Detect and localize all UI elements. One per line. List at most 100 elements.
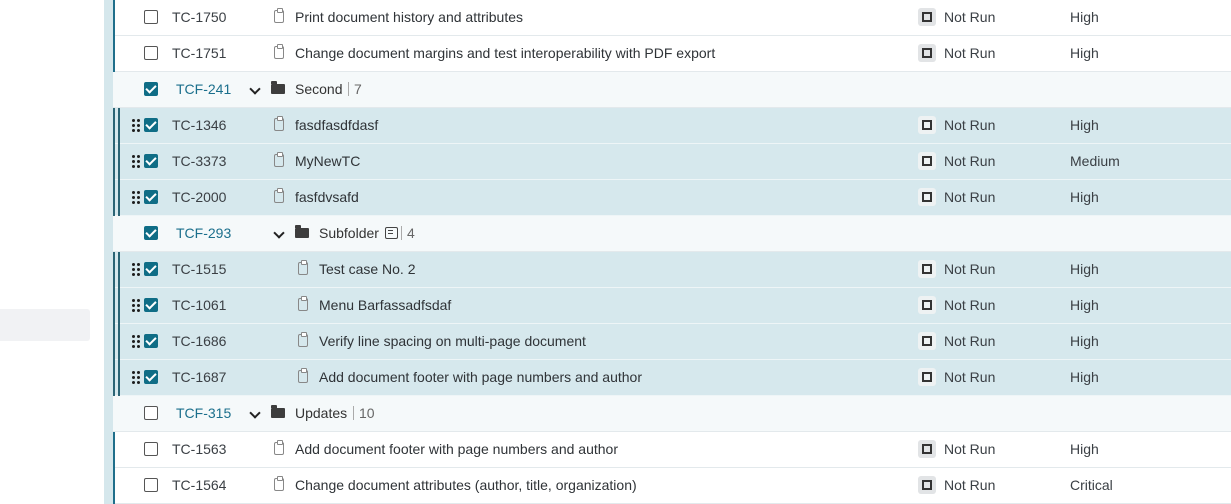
test-case-row[interactable]: TC-1687 Add document footer with page num… (113, 360, 1231, 396)
folder-row[interactable]: TCF-293 Subfolder 4 (113, 216, 1231, 252)
drag-handle-icon[interactable] (132, 155, 140, 169)
test-case-title[interactable]: Print document history and attributes (295, 9, 523, 25)
folder-id[interactable]: TCF-315 (176, 405, 231, 421)
test-case-row[interactable]: TC-2000 fasfdvsafd Not Run High (113, 180, 1231, 216)
not-run-status-icon[interactable] (918, 368, 936, 386)
row-left-border (113, 360, 115, 396)
row-checkbox[interactable] (144, 442, 158, 456)
test-case-id[interactable]: TC-1751 (172, 45, 226, 61)
clipboard-icon (274, 44, 284, 59)
test-case-row[interactable]: TC-1061 Menu Barfassadfsdaf Not Run High (113, 288, 1231, 324)
row-checkbox[interactable] (144, 298, 158, 312)
folder-name[interactable]: Second (295, 81, 342, 97)
row-left-border (113, 468, 115, 504)
description-icon[interactable] (385, 227, 398, 239)
not-run-status-icon[interactable] (918, 152, 936, 170)
test-case-title[interactable]: Change document margins and test interop… (295, 45, 715, 61)
status-label: Not Run (944, 333, 996, 349)
test-case-row[interactable]: TC-3373 MyNewTC Not Run Medium (113, 144, 1231, 180)
priority-label: High (1070, 333, 1099, 349)
not-run-status-icon[interactable] (918, 44, 936, 62)
drag-handle-icon[interactable] (132, 299, 140, 313)
not-run-status-icon[interactable] (918, 8, 936, 26)
row-left-border (113, 288, 115, 324)
clipboard-icon (298, 332, 308, 347)
folder-checkbox[interactable] (144, 82, 158, 96)
folder-id[interactable]: TCF-293 (176, 225, 231, 241)
folder-id[interactable]: TCF-241 (176, 81, 231, 97)
folder-icon (295, 225, 309, 238)
drag-handle-icon[interactable] (132, 335, 140, 349)
priority-label: High (1070, 117, 1099, 133)
left-panel-highlighted-item[interactable] (0, 309, 90, 341)
test-case-title[interactable]: Menu Barfassadfsdaf (319, 297, 451, 313)
row-checkbox[interactable] (144, 118, 158, 132)
not-run-status-icon[interactable] (918, 296, 936, 314)
test-case-row[interactable]: TC-1686 Verify line spacing on multi-page… (113, 324, 1231, 360)
test-case-id[interactable]: TC-1686 (172, 333, 226, 349)
not-run-status-icon[interactable] (918, 476, 936, 494)
test-case-id[interactable]: TC-1563 (172, 441, 226, 457)
priority-label: Critical (1070, 477, 1113, 493)
test-case-id[interactable]: TC-3373 (172, 153, 226, 169)
test-case-id[interactable]: TC-1515 (172, 261, 226, 277)
not-run-status-icon[interactable] (918, 332, 936, 350)
not-run-status-icon[interactable] (918, 188, 936, 206)
test-case-row[interactable]: TC-1563 Add document footer with page num… (113, 432, 1231, 468)
test-case-title[interactable]: Add document footer with page numbers an… (319, 369, 642, 385)
not-run-status-icon[interactable] (918, 260, 936, 278)
test-case-id[interactable]: TC-1564 (172, 477, 226, 493)
test-case-id[interactable]: TC-1687 (172, 369, 226, 385)
folder-name[interactable]: Subfolder (319, 225, 379, 241)
priority-label: High (1070, 261, 1099, 277)
row-checkbox[interactable] (144, 10, 158, 24)
test-case-row[interactable]: TC-1346 fasdfasdfdasf Not Run High (113, 108, 1231, 144)
clipboard-icon (274, 8, 284, 23)
drag-handle-icon[interactable] (132, 191, 140, 205)
selection-bar (118, 288, 120, 324)
clipboard-icon (274, 476, 284, 491)
row-checkbox[interactable] (144, 154, 158, 168)
test-case-title[interactable]: Test case No. 2 (319, 261, 416, 277)
folder-count: 7 (354, 81, 362, 97)
folder-name[interactable]: Updates (295, 405, 347, 421)
row-checkbox[interactable] (144, 370, 158, 384)
row-checkbox[interactable] (144, 262, 158, 276)
row-left-border (113, 36, 115, 72)
folder-row[interactable]: TCF-315 Updates 10 (113, 396, 1231, 432)
test-case-row[interactable]: TC-1751 Change document margins and test … (113, 36, 1231, 72)
not-run-status-icon[interactable] (918, 440, 936, 458)
row-left-border (113, 324, 115, 360)
test-case-title[interactable]: Change document attributes (author, titl… (295, 477, 637, 493)
count-separator (353, 406, 354, 420)
drag-handle-icon[interactable] (132, 119, 140, 133)
test-case-title[interactable]: fasdfasdfdasf (295, 117, 378, 133)
folder-checkbox[interactable] (144, 406, 158, 420)
folder-checkbox[interactable] (144, 226, 158, 240)
panel-divider[interactable] (104, 0, 113, 504)
drag-handle-icon[interactable] (132, 263, 140, 277)
chevron-down-icon[interactable] (273, 227, 285, 239)
test-case-title[interactable]: Verify line spacing on multi-page docume… (319, 333, 586, 349)
test-case-id[interactable]: TC-1346 (172, 117, 226, 133)
chevron-down-icon[interactable] (249, 407, 261, 419)
not-run-status-icon[interactable] (918, 116, 936, 134)
row-checkbox[interactable] (144, 190, 158, 204)
row-checkbox[interactable] (144, 46, 158, 60)
status-label: Not Run (944, 297, 996, 313)
test-case-title[interactable]: MyNewTC (295, 153, 360, 169)
test-case-row[interactable]: TC-1750 Print document history and attrib… (113, 0, 1231, 36)
test-case-id[interactable]: TC-2000 (172, 189, 226, 205)
test-case-title[interactable]: Add document footer with page numbers an… (295, 441, 618, 457)
row-checkbox[interactable] (144, 334, 158, 348)
test-case-title[interactable]: fasfdvsafd (295, 189, 359, 205)
drag-handle-icon[interactable] (132, 371, 140, 385)
test-case-id[interactable]: TC-1061 (172, 297, 226, 313)
test-case-row[interactable]: TC-1515 Test case No. 2 Not Run High (113, 252, 1231, 288)
test-case-id[interactable]: TC-1750 (172, 9, 226, 25)
selection-bar (118, 144, 120, 180)
folder-row[interactable]: TCF-241 Second 7 (113, 72, 1231, 108)
row-checkbox[interactable] (144, 478, 158, 492)
chevron-down-icon[interactable] (249, 83, 261, 95)
test-case-row[interactable]: TC-1564 Change document attributes (autho… (113, 468, 1231, 504)
